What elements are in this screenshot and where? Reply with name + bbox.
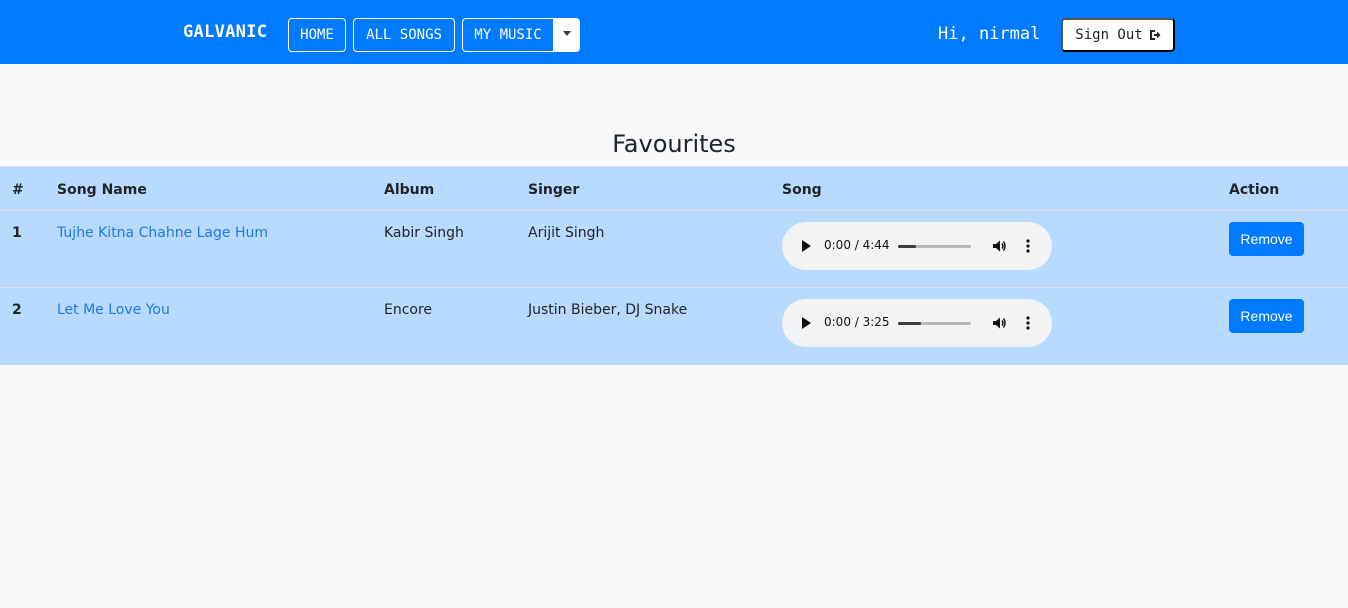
sign-out-icon <box>1149 30 1161 40</box>
navbar: GALVANIC HOME ALL SONGS MY MUSIC Hi, nir… <box>0 0 1348 64</box>
audio-progress-slider[interactable] <box>898 322 971 325</box>
song-name-link[interactable]: Let Me Love You <box>57 302 170 318</box>
table-row: 1 Tujhe Kitna Chahne Lage Hum Kabir Sing… <box>0 211 1348 288</box>
header-singer: Singer <box>528 182 580 198</box>
row-number: 2 <box>12 302 22 318</box>
audio-player: 0:00 / 3:25 <box>782 299 1052 347</box>
volume-icon[interactable] <box>991 315 1007 331</box>
header-number: # <box>12 182 24 198</box>
sign-out-label: Sign Out <box>1075 27 1143 43</box>
audio-time: 0:00 / 4:44 <box>824 238 890 252</box>
more-options-icon[interactable] <box>1026 238 1030 254</box>
sign-out-button[interactable]: Sign Out <box>1061 18 1175 52</box>
play-icon[interactable] <box>802 240 811 252</box>
song-name-link[interactable]: Tujhe Kitna Chahne Lage Hum <box>57 225 268 241</box>
chevron-down-icon <box>563 30 571 36</box>
my-music-button[interactable]: MY MUSIC <box>462 18 554 52</box>
my-music-dropdown-toggle[interactable] <box>554 18 580 52</box>
volume-icon[interactable] <box>991 238 1007 254</box>
home-button[interactable]: HOME <box>288 18 346 52</box>
remove-button[interactable]: Remove <box>1229 299 1304 333</box>
audio-progress-slider[interactable] <box>898 245 971 248</box>
more-options-icon[interactable] <box>1026 315 1030 331</box>
table-row: 2 Let Me Love You Encore Justin Bieber, … <box>0 288 1348 365</box>
header-song-name: Song Name <box>57 182 147 198</box>
page-title: Favourites <box>612 130 736 158</box>
table-header-row: # Song Name Album Singer Song Action <box>0 167 1348 211</box>
singer-cell: Justin Bieber, DJ Snake <box>528 302 688 318</box>
audio-progress-fill <box>898 322 922 325</box>
play-icon[interactable] <box>802 317 811 329</box>
row-number: 1 <box>12 225 22 241</box>
album-cell: Encore <box>384 302 433 318</box>
remove-button[interactable]: Remove <box>1229 222 1304 256</box>
user-greeting: Hi, nirmal <box>938 24 1041 44</box>
header-album: Album <box>384 182 435 198</box>
audio-progress-fill <box>898 245 917 248</box>
audio-time: 0:00 / 3:25 <box>824 315 890 329</box>
all-songs-button[interactable]: ALL SONGS <box>353 18 455 52</box>
favourites-table: # Song Name Album Singer Song Action 1 T… <box>0 166 1348 365</box>
singer-cell: Arijit Singh <box>528 225 605 241</box>
header-action: Action <box>1229 182 1280 198</box>
audio-player: 0:00 / 4:44 <box>782 222 1052 270</box>
header-song: Song <box>782 182 822 198</box>
album-cell: Kabir Singh <box>384 225 464 241</box>
brand-logo[interactable]: GALVANIC <box>183 22 267 42</box>
